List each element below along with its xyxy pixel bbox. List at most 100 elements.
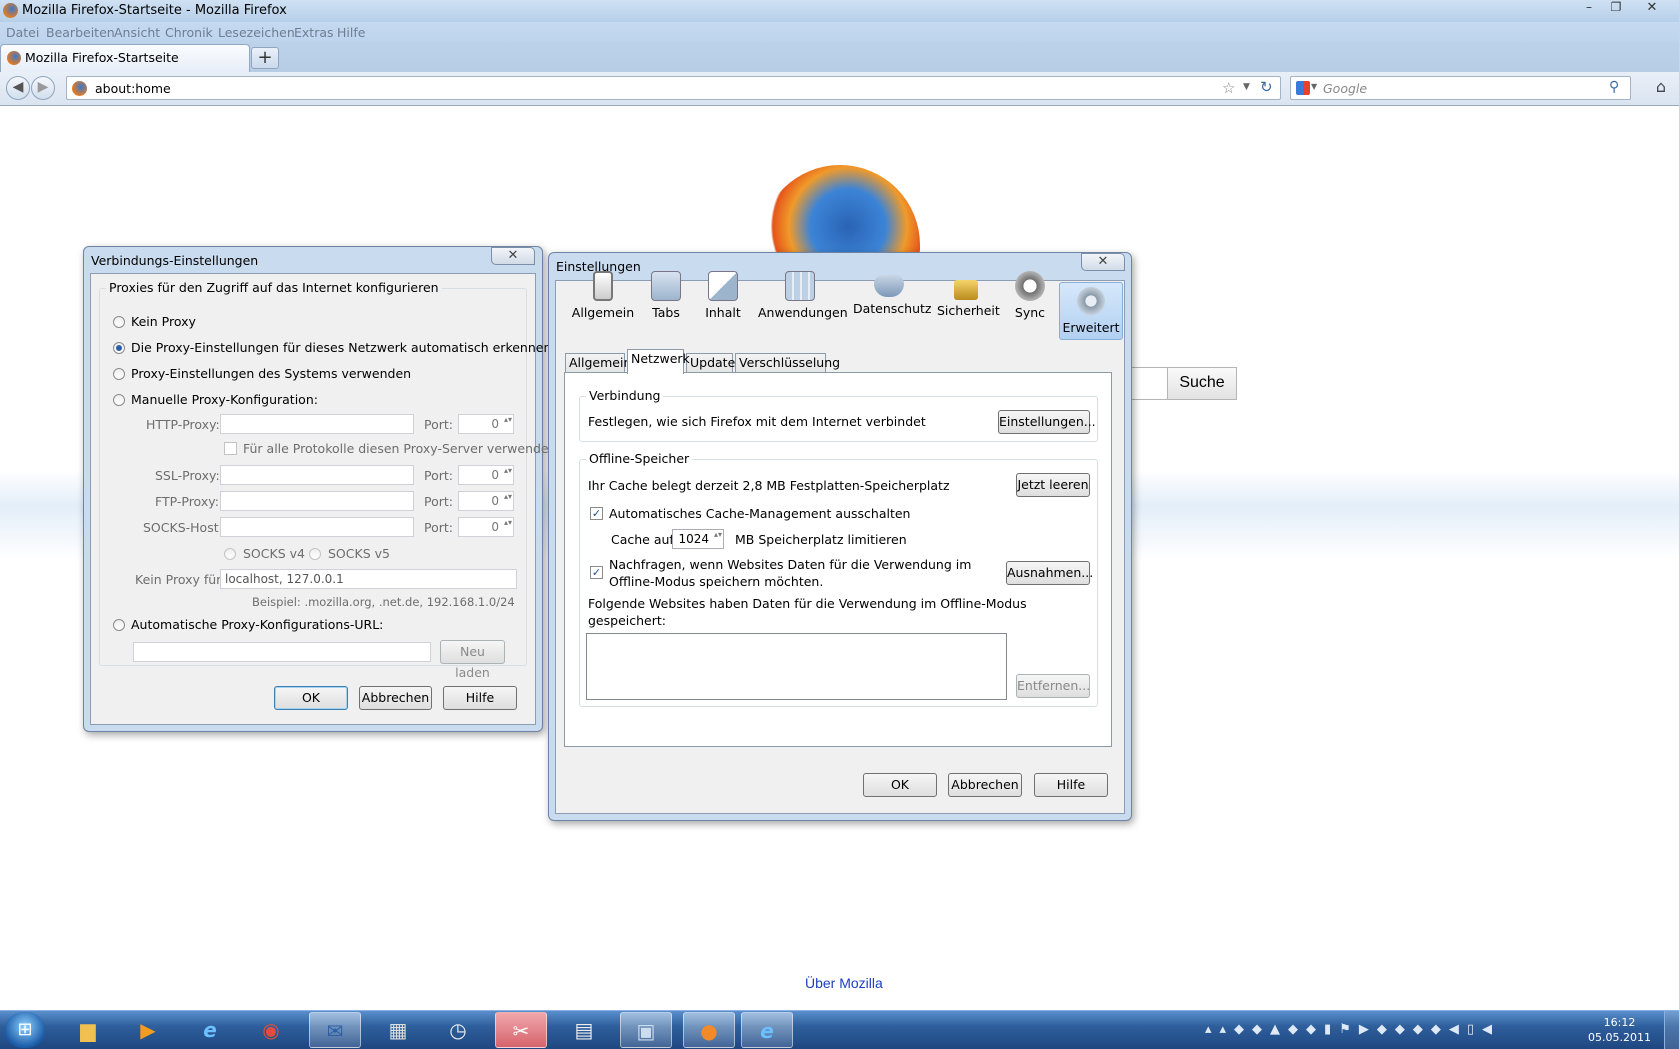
- ssl-port-input[interactable]: 0: [458, 465, 514, 485]
- close-icon[interactable]: ✕: [1081, 253, 1125, 271]
- ssl-proxy-input[interactable]: [220, 465, 414, 485]
- reload-icon[interactable]: ↻: [1260, 78, 1273, 96]
- prefs-cancel-button[interactable]: Abbrechen: [948, 773, 1022, 797]
- radio-no-proxy-label[interactable]: Kein Proxy: [131, 314, 196, 329]
- taskbar-calculator-icon[interactable]: ▦: [372, 1012, 424, 1048]
- pane-allgemein[interactable]: Allgemein: [570, 268, 636, 322]
- override-cache-label[interactable]: Automatisches Cache-Management ausschalt…: [609, 506, 910, 521]
- taskbar-explorer-icon[interactable]: ▆: [62, 1012, 114, 1048]
- radio-auto-detect[interactable]: [113, 342, 125, 354]
- back-button[interactable]: ◀: [6, 76, 30, 100]
- engine-dropdown-icon[interactable]: ▼: [1311, 82, 1317, 91]
- prefs-ok-button[interactable]: OK: [863, 773, 937, 797]
- minimize-button[interactable]: –: [1576, 0, 1602, 18]
- taskbar-remote-desktop-icon[interactable]: ▣: [620, 1012, 672, 1048]
- tab-home[interactable]: Mozilla Firefox-Startseite: [0, 44, 250, 72]
- offline-exceptions-button[interactable]: Ausnahmen...: [1006, 561, 1093, 585]
- same-proxy-label[interactable]: Für alle Protokolle diesen Proxy-Server …: [243, 441, 557, 456]
- socks-v5-label[interactable]: SOCKS v5: [328, 546, 390, 561]
- menu-chronik[interactable]: Chronik: [165, 25, 213, 40]
- remove-offline-button[interactable]: Entfernen...: [1016, 674, 1090, 698]
- new-tab-button[interactable]: +: [251, 47, 279, 69]
- taskbar-clock-app-icon[interactable]: ◷: [432, 1012, 484, 1048]
- offline-apps-list[interactable]: [586, 633, 1007, 700]
- clear-cache-button[interactable]: Jetzt leeren: [1016, 473, 1090, 497]
- menu-ansicht[interactable]: Ansicht: [114, 25, 160, 40]
- start-button[interactable]: ⊞: [5, 1012, 45, 1048]
- taskbar-firefox-icon[interactable]: ●: [683, 1012, 735, 1048]
- taskbar-clock[interactable]: 16:12 05.05.2011: [1588, 1015, 1651, 1045]
- pane-sync[interactable]: Sync: [1013, 268, 1047, 322]
- search-icon[interactable]: ⚲: [1609, 79, 1619, 95]
- menu-bearbeiten[interactable]: Bearbeiten: [46, 25, 115, 40]
- radio-system-proxy[interactable]: [113, 368, 125, 380]
- subtab-allgemein[interactable]: Allgemein: [565, 353, 631, 373]
- socks-port-input[interactable]: 0: [458, 517, 514, 537]
- menu-datei[interactable]: Datei: [6, 25, 39, 40]
- taskbar-notes-icon[interactable]: ▤: [558, 1012, 610, 1048]
- http-port-input[interactable]: 0: [458, 414, 514, 434]
- forward-button[interactable]: ▶: [31, 76, 55, 100]
- ftp-proxy-input[interactable]: [220, 491, 414, 511]
- offline-notify-label-line2[interactable]: Offline-Modus speichern möchten.: [609, 574, 823, 589]
- taskbar-snipping-tool-icon[interactable]: ✂: [495, 1012, 547, 1048]
- pane-datenschutz[interactable]: Datenschutz: [853, 268, 932, 322]
- pane-sicherheit[interactable]: Sicherheit: [937, 268, 1000, 322]
- pane-anwendungen[interactable]: Anwendungen: [758, 268, 848, 322]
- menu-lesezeichen[interactable]: Lesezeichen: [218, 25, 295, 40]
- show-desktop-button[interactable]: [1664, 1011, 1679, 1049]
- prefs-help-button[interactable]: Hilfe: [1034, 773, 1108, 797]
- clock-date: 05.05.2011: [1588, 1031, 1651, 1044]
- taskbar-thunderbird-icon[interactable]: ✉: [309, 1012, 361, 1048]
- pane-erweitert[interactable]: Erweitert: [1059, 282, 1123, 340]
- close-icon[interactable]: ✕: [491, 247, 535, 265]
- cancel-button[interactable]: Abbrechen: [359, 686, 432, 710]
- url-bar[interactable]: about:home ☆ ▼ ↻: [66, 76, 1281, 100]
- override-cache-checkbox[interactable]: ✓: [590, 507, 603, 520]
- close-window-button[interactable]: ✕: [1630, 0, 1674, 18]
- search-bar[interactable]: ▼ Google ⚲: [1290, 76, 1631, 100]
- connection-settings-button[interactable]: Einstellungen...: [998, 410, 1096, 434]
- about-mozilla-link[interactable]: Über Mozilla: [805, 975, 883, 991]
- cache-limit-input[interactable]: 1024: [672, 529, 724, 549]
- pane-tabs[interactable]: Tabs: [646, 268, 686, 322]
- radio-system-proxy-label[interactable]: Proxy-Einstellungen des Systems verwende…: [131, 366, 411, 381]
- taskbar-chrome-icon[interactable]: ◉: [245, 1012, 297, 1048]
- radio-socks-v4[interactable]: [224, 548, 236, 560]
- taskbar-ie-window-icon[interactable]: e: [741, 1012, 793, 1048]
- http-proxy-input[interactable]: [220, 414, 414, 434]
- auto-url-input[interactable]: [133, 642, 431, 662]
- taskbar-ie-icon[interactable]: e: [184, 1012, 236, 1048]
- ok-button[interactable]: OK: [274, 686, 348, 710]
- google-engine-icon[interactable]: [1296, 81, 1310, 95]
- ftp-port-input[interactable]: 0: [458, 491, 514, 511]
- radio-auto-detect-label[interactable]: Die Proxy-Einstellungen für dieses Netzw…: [131, 340, 551, 355]
- subtab-verschluesselung[interactable]: Verschlüsselung: [735, 353, 840, 373]
- bookmark-star-icon[interactable]: ☆: [1222, 79, 1235, 97]
- radio-manual-proxy[interactable]: [113, 394, 125, 406]
- subtab-netzwerk[interactable]: Netzwerk: [627, 349, 690, 374]
- reload-button[interactable]: Neu laden: [440, 640, 505, 680]
- socks-v4-label[interactable]: SOCKS v4: [243, 546, 305, 561]
- help-button[interactable]: Hilfe: [443, 686, 517, 710]
- radio-no-proxy[interactable]: [113, 316, 125, 328]
- taskbar-media-player-icon[interactable]: ▶: [122, 1012, 174, 1048]
- maximize-button[interactable]: ❐: [1603, 0, 1629, 18]
- offline-notify-label-line1[interactable]: Nachfragen, wenn Websites Daten für die …: [609, 557, 971, 572]
- pane-inhalt[interactable]: Inhalt: [700, 268, 746, 322]
- radio-socks-v5[interactable]: [309, 548, 321, 560]
- home-icon[interactable]: ⌂: [1648, 76, 1674, 100]
- system-tray-icons[interactable]: ▴▴◆◆▲◆◆▮⚑▶◆◆◆◆◀▯◀: [1205, 1022, 1575, 1040]
- menu-extras[interactable]: Extras: [294, 25, 334, 40]
- menu-hilfe[interactable]: Hilfe: [337, 25, 365, 40]
- subtab-update[interactable]: Update: [686, 353, 735, 373]
- same-proxy-checkbox[interactable]: [224, 442, 237, 455]
- suche-button[interactable]: Suche: [1167, 367, 1237, 400]
- url-dropdown-icon[interactable]: ▼: [1243, 82, 1250, 92]
- socks-host-input[interactable]: [220, 517, 414, 537]
- radio-manual-proxy-label[interactable]: Manuelle Proxy-Konfiguration:: [131, 392, 318, 407]
- no-proxy-input[interactable]: localhost, 127.0.0.1: [220, 569, 517, 589]
- auto-url-label[interactable]: Automatische Proxy-Konfigurations-URL:: [131, 617, 383, 632]
- radio-auto-url[interactable]: [113, 619, 125, 631]
- offline-notify-checkbox[interactable]: ✓: [590, 566, 603, 579]
